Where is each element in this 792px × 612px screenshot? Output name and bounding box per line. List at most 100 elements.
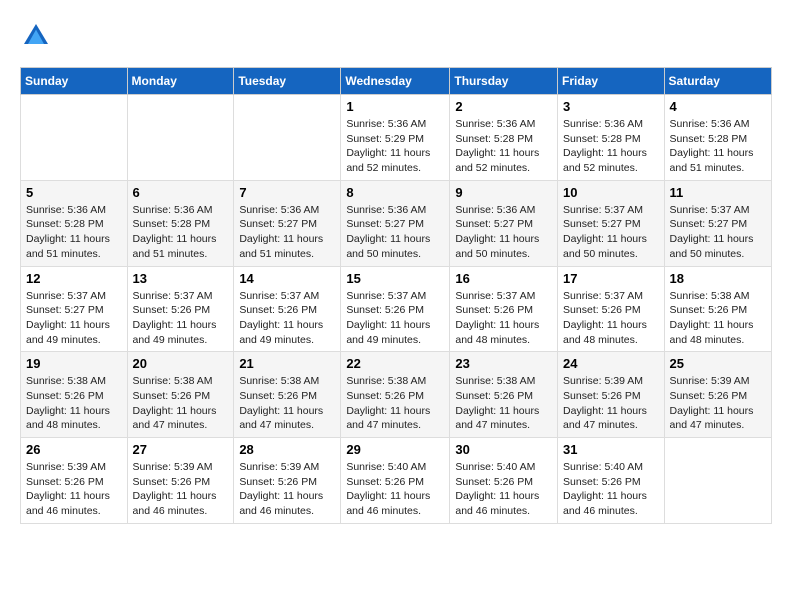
calendar-cell: 24 Sunrise: 5:39 AM Sunset: 5:26 PM Dayli… — [558, 352, 665, 438]
calendar-cell: 23 Sunrise: 5:38 AM Sunset: 5:26 PM Dayli… — [450, 352, 558, 438]
day-number: 13 — [133, 271, 229, 286]
calendar-cell: 13Sunrise: 5:37 AM Sunset: 5:26 PM Dayli… — [127, 266, 234, 352]
day-info: Sunrise: 5:38 AM Sunset: 5:26 PM Dayligh… — [346, 374, 444, 433]
day-info: Sunrise: 5:40 AM Sunset: 5:26 PM Dayligh… — [563, 460, 659, 519]
day-number: 30 — [455, 442, 552, 457]
day-number: 10 — [563, 185, 659, 200]
day-info: Sunrise: 5:36 AM Sunset: 5:28 PM Dayligh… — [670, 117, 766, 176]
day-number: 3 — [563, 99, 659, 114]
calendar-cell: 28Sunrise: 5:39 AM Sunset: 5:26 PM Dayli… — [234, 438, 341, 524]
day-number: 2 — [455, 99, 552, 114]
day-info: Sunrise: 5:37 AM Sunset: 5:26 PM Dayligh… — [346, 289, 444, 348]
day-info: Sunrise: 5:36 AM Sunset: 5:28 PM Dayligh… — [455, 117, 552, 176]
day-number: 29 — [346, 442, 444, 457]
calendar-cell: 12 Sunrise: 5:37 AM Sunset: 5:27 PM Dayli… — [21, 266, 128, 352]
day-number: 16 — [455, 271, 552, 286]
calendar-week-row: 5 Sunrise: 5:36 AM Sunset: 5:28 PM Daylig… — [21, 180, 772, 266]
day-info: Sunrise: 5:39 AM Sunset: 5:26 PM Dayligh… — [563, 374, 659, 433]
day-info: Sunrise: 5:37 AM Sunset: 5:27 PM Dayligh… — [670, 203, 766, 262]
day-number: 19 — [26, 356, 122, 371]
day-info: Sunrise: 5:39 AM Sunset: 5:26 PM Dayligh… — [26, 460, 122, 519]
day-number: 1 — [346, 99, 444, 114]
day-number: 21 — [239, 356, 335, 371]
weekday-header: Friday — [558, 68, 665, 95]
calendar-cell: 15 Sunrise: 5:37 AM Sunset: 5:26 PM Dayli… — [341, 266, 450, 352]
day-number: 17 — [563, 271, 659, 286]
weekday-header: Sunday — [21, 68, 128, 95]
day-info: Sunrise: 5:38 AM Sunset: 5:26 PM Dayligh… — [455, 374, 552, 433]
calendar-cell: 30 Sunrise: 5:40 AM Sunset: 5:26 PM Dayli… — [450, 438, 558, 524]
calendar-cell: 6 Sunrise: 5:36 AM Sunset: 5:28 PM Daylig… — [127, 180, 234, 266]
calendar-week-row: 26 Sunrise: 5:39 AM Sunset: 5:26 PM Dayli… — [21, 438, 772, 524]
day-number: 18 — [670, 271, 766, 286]
calendar-cell — [21, 95, 128, 181]
day-number: 25 — [670, 356, 766, 371]
calendar-cell: 20 Sunrise: 5:38 AM Sunset: 5:26 PM Dayli… — [127, 352, 234, 438]
day-info: Sunrise: 5:36 AM Sunset: 5:28 PM Dayligh… — [26, 203, 122, 262]
day-info: Sunrise: 5:36 AM Sunset: 5:27 PM Dayligh… — [346, 203, 444, 262]
day-info: Sunrise: 5:36 AM Sunset: 5:28 PM Dayligh… — [563, 117, 659, 176]
day-number: 12 — [26, 271, 122, 286]
day-number: 9 — [455, 185, 552, 200]
day-number: 24 — [563, 356, 659, 371]
calendar-cell: 5 Sunrise: 5:36 AM Sunset: 5:28 PM Daylig… — [21, 180, 128, 266]
weekday-header: Monday — [127, 68, 234, 95]
day-number: 28 — [239, 442, 335, 457]
day-info: Sunrise: 5:36 AM Sunset: 5:28 PM Dayligh… — [133, 203, 229, 262]
calendar-week-row: 19 Sunrise: 5:38 AM Sunset: 5:26 PM Dayli… — [21, 352, 772, 438]
day-number: 20 — [133, 356, 229, 371]
day-number: 26 — [26, 442, 122, 457]
day-number: 7 — [239, 185, 335, 200]
day-info: Sunrise: 5:40 AM Sunset: 5:26 PM Dayligh… — [346, 460, 444, 519]
calendar-cell: 17 Sunrise: 5:37 AM Sunset: 5:26 PM Dayli… — [558, 266, 665, 352]
calendar-cell: 25 Sunrise: 5:39 AM Sunset: 5:26 PM Dayli… — [664, 352, 771, 438]
calendar-table: SundayMondayTuesdayWednesdayThursdayFrid… — [20, 67, 772, 524]
calendar-cell: 11 Sunrise: 5:37 AM Sunset: 5:27 PM Dayli… — [664, 180, 771, 266]
calendar-cell: 16 Sunrise: 5:37 AM Sunset: 5:26 PM Dayli… — [450, 266, 558, 352]
calendar-cell: 10 Sunrise: 5:37 AM Sunset: 5:27 PM Dayli… — [558, 180, 665, 266]
calendar-cell: 8 Sunrise: 5:36 AM Sunset: 5:27 PM Daylig… — [341, 180, 450, 266]
calendar-cell: 27Sunrise: 5:39 AM Sunset: 5:26 PM Dayli… — [127, 438, 234, 524]
day-info: Sunrise: 5:37 AM Sunset: 5:27 PM Dayligh… — [26, 289, 122, 348]
day-info: Sunrise: 5:37 AM Sunset: 5:26 PM Dayligh… — [455, 289, 552, 348]
day-info: Sunrise: 5:36 AM Sunset: 5:27 PM Dayligh… — [239, 203, 335, 262]
day-number: 15 — [346, 271, 444, 286]
weekday-header: Thursday — [450, 68, 558, 95]
calendar-cell: 19 Sunrise: 5:38 AM Sunset: 5:26 PM Dayli… — [21, 352, 128, 438]
calendar-cell: 29 Sunrise: 5:40 AM Sunset: 5:26 PM Dayli… — [341, 438, 450, 524]
calendar-cell: 26 Sunrise: 5:39 AM Sunset: 5:26 PM Dayli… — [21, 438, 128, 524]
calendar-cell: 22 Sunrise: 5:38 AM Sunset: 5:26 PM Dayli… — [341, 352, 450, 438]
day-info: Sunrise: 5:40 AM Sunset: 5:26 PM Dayligh… — [455, 460, 552, 519]
calendar-cell: 9 Sunrise: 5:36 AM Sunset: 5:27 PM Daylig… — [450, 180, 558, 266]
day-info: Sunrise: 5:36 AM Sunset: 5:27 PM Dayligh… — [455, 203, 552, 262]
calendar-cell — [127, 95, 234, 181]
day-number: 22 — [346, 356, 444, 371]
calendar-cell: 2 Sunrise: 5:36 AM Sunset: 5:28 PM Daylig… — [450, 95, 558, 181]
calendar-cell: 21Sunrise: 5:38 AM Sunset: 5:26 PM Dayli… — [234, 352, 341, 438]
calendar-header-row: SundayMondayTuesdayWednesdayThursdayFrid… — [21, 68, 772, 95]
calendar-week-row: 12 Sunrise: 5:37 AM Sunset: 5:27 PM Dayli… — [21, 266, 772, 352]
day-info: Sunrise: 5:36 AM Sunset: 5:29 PM Dayligh… — [346, 117, 444, 176]
calendar-cell: 7 Sunrise: 5:36 AM Sunset: 5:27 PM Daylig… — [234, 180, 341, 266]
day-number: 23 — [455, 356, 552, 371]
day-info: Sunrise: 5:37 AM Sunset: 5:27 PM Dayligh… — [563, 203, 659, 262]
day-number: 6 — [133, 185, 229, 200]
weekday-header: Saturday — [664, 68, 771, 95]
calendar-cell: 18 Sunrise: 5:38 AM Sunset: 5:26 PM Dayli… — [664, 266, 771, 352]
day-info: Sunrise: 5:38 AM Sunset: 5:26 PM Dayligh… — [670, 289, 766, 348]
weekday-header: Tuesday — [234, 68, 341, 95]
day-number: 8 — [346, 185, 444, 200]
calendar-cell — [664, 438, 771, 524]
day-info: Sunrise: 5:37 AM Sunset: 5:26 PM Dayligh… — [563, 289, 659, 348]
day-number: 11 — [670, 185, 766, 200]
day-info: Sunrise: 5:38 AM Sunset: 5:26 PM Dayligh… — [26, 374, 122, 433]
page-header — [20, 20, 772, 52]
weekday-header: Wednesday — [341, 68, 450, 95]
day-number: 5 — [26, 185, 122, 200]
day-info: Sunrise: 5:38 AM Sunset: 5:26 PM Dayligh… — [133, 374, 229, 433]
calendar-cell — [234, 95, 341, 181]
day-number: 14 — [239, 271, 335, 286]
day-info: Sunrise: 5:39 AM Sunset: 5:26 PM Dayligh… — [670, 374, 766, 433]
day-info: Sunrise: 5:37 AM Sunset: 5:26 PM Dayligh… — [239, 289, 335, 348]
logo — [20, 20, 56, 52]
